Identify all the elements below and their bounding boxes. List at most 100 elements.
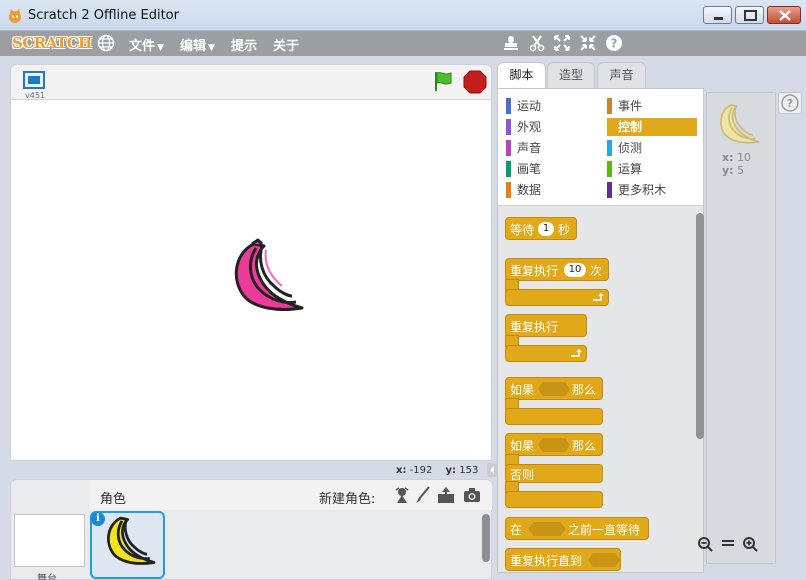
block-wait-until-post: 之前一直等待 [568,523,641,537]
zoom-reset-icon[interactable] [720,536,736,552]
stage-thumbnail[interactable] [14,514,85,567]
category-6[interactable]: 画笔 [506,160,596,178]
tab-costumes[interactable]: 造型 [547,62,595,88]
block-if-condition-slot[interactable] [538,382,570,396]
language-globe-icon[interactable] [97,34,115,52]
help-button[interactable]: ? [778,92,802,114]
block-wait-until[interactable]: 在 之前一直等待 [505,517,649,540]
camera-icon[interactable] [463,486,481,504]
category-label: 侦测 [618,141,643,155]
zoom-out-icon[interactable] [697,536,713,552]
menu-file-label: 文件 [129,39,156,54]
category-label: 画笔 [517,162,542,176]
sprite-info-icon[interactable]: i [91,512,105,526]
category-label: 声音 [517,141,542,155]
palette-scrollbar[interactable] [696,213,704,439]
window-title-bar: Scratch 2 Offline Editor [0,0,806,31]
block-if-then[interactable]: 如果 那么 [505,377,603,400]
scratch-logo[interactable]: SCRATCH [12,34,92,52]
zoom-in-icon[interactable] [742,536,758,552]
mouse-y-label: y: [445,465,457,476]
paint-brush-icon[interactable] [414,486,432,504]
maximize-button[interactable] [735,6,764,24]
category-7[interactable]: 运算 [607,160,697,178]
stop-sign-icon[interactable] [463,70,487,94]
block-if-else[interactable]: 如果 那么 [505,433,603,456]
block-categories: 运动 事件 外观 控制声音 侦测画笔 运算数据 更多积木 [498,89,703,206]
sprite-list-panel: 角色 新建角色: 舞台 i [10,479,492,580]
stage-header: v451 [10,64,492,100]
category-1[interactable]: 事件 [607,97,697,115]
minimize-button[interactable] [703,6,732,24]
block-wait-seconds[interactable]: 等待 1 秒 [505,217,577,240]
block-wait-until-condition-slot[interactable] [528,522,566,536]
category-8[interactable]: 数据 [506,181,596,199]
menu-edit-label: 编辑 [180,39,207,54]
scissors-icon[interactable] [528,34,546,52]
block-repeat[interactable]: 重复执行 10 次 [505,258,609,281]
fullscreen-icon[interactable] [23,71,45,89]
sprite-list-scrollbar[interactable] [482,514,490,562]
grow-icon[interactable] [553,34,571,52]
block-if-else-condition-slot[interactable] [538,438,570,452]
upload-sprite-icon[interactable] [437,486,455,504]
collapse-stage-button[interactable] [487,463,497,477]
sprite-x-readout: x: 10 [722,151,751,164]
loop-arrow-icon [571,349,582,357]
menu-about[interactable]: 关于 [273,35,299,54]
block-else-section: 否则 [505,464,603,483]
category-0[interactable]: 运动 [506,97,596,115]
block-wait-input[interactable]: 1 [538,222,554,236]
block-repeat-until-condition-slot[interactable] [588,553,620,567]
shrink-icon[interactable] [579,34,597,52]
sprite-y-label: y: [722,164,734,177]
category-color-swatch [607,182,612,198]
category-3[interactable]: 控制 [607,118,697,136]
mouse-x-label: x: [396,465,407,476]
category-label: 运算 [618,162,643,176]
category-color-swatch [506,140,511,156]
category-label: 更多积木 [618,183,667,197]
block-if-footer [505,408,603,425]
block-repeat-until[interactable]: 重复执行直到 [505,548,621,571]
sprite-y-value: 5 [737,164,745,177]
block-if-else-if-label: 如果 [510,439,535,453]
question-mark-icon: ? [781,94,799,112]
block-forever-label: 重复执行 [510,320,559,334]
category-color-swatch [607,98,612,114]
mouse-y-value: 153 [459,465,479,476]
category-5[interactable]: 侦测 [607,139,697,157]
block-if-else-then-label: 那么 [572,439,597,453]
current-sprite-preview [720,104,760,144]
menu-edit[interactable]: 编辑 ▼ [180,35,215,54]
category-2[interactable]: 外观 [506,118,596,136]
category-label: 控制 [618,120,643,134]
block-wait-unit: 秒 [558,223,571,237]
menu-file[interactable]: 文件 ▼ [129,35,164,54]
sprites-label: 角色 [100,492,127,507]
block-repeat-unit: 次 [590,264,603,278]
tab-scripts[interactable]: 脚本 [497,62,546,89]
menu-tips[interactable]: 提示 [231,35,257,54]
chevron-down-icon: ▼ [157,43,164,53]
svg-text:?: ? [611,37,618,51]
green-flag-icon[interactable] [432,70,454,92]
sprite-x-value: 10 [737,151,751,164]
category-color-swatch [607,119,612,135]
choose-sprite-from-library-icon[interactable] [393,486,411,504]
new-sprite-label: 新建角色: [319,492,376,507]
block-forever[interactable]: 重复执行 [505,314,587,337]
svg-text:?: ? [787,97,793,110]
chevron-down-icon: ▼ [208,43,215,53]
help-icon[interactable]: ? [605,34,623,52]
block-wait-label: 等待 [510,223,535,237]
stamp-icon[interactable] [502,34,520,52]
block-repeat-input[interactable]: 10 [564,263,586,277]
category-4[interactable]: 声音 [506,139,596,157]
stage-canvas[interactable] [10,99,492,461]
category-9[interactable]: 更多积木 [607,181,697,199]
close-button[interactable] [767,6,801,24]
bananas-sprite-on-stage[interactable] [226,238,306,316]
sprite-y-readout: y: 5 [722,164,744,177]
tab-sounds[interactable]: 声音 [597,62,646,88]
